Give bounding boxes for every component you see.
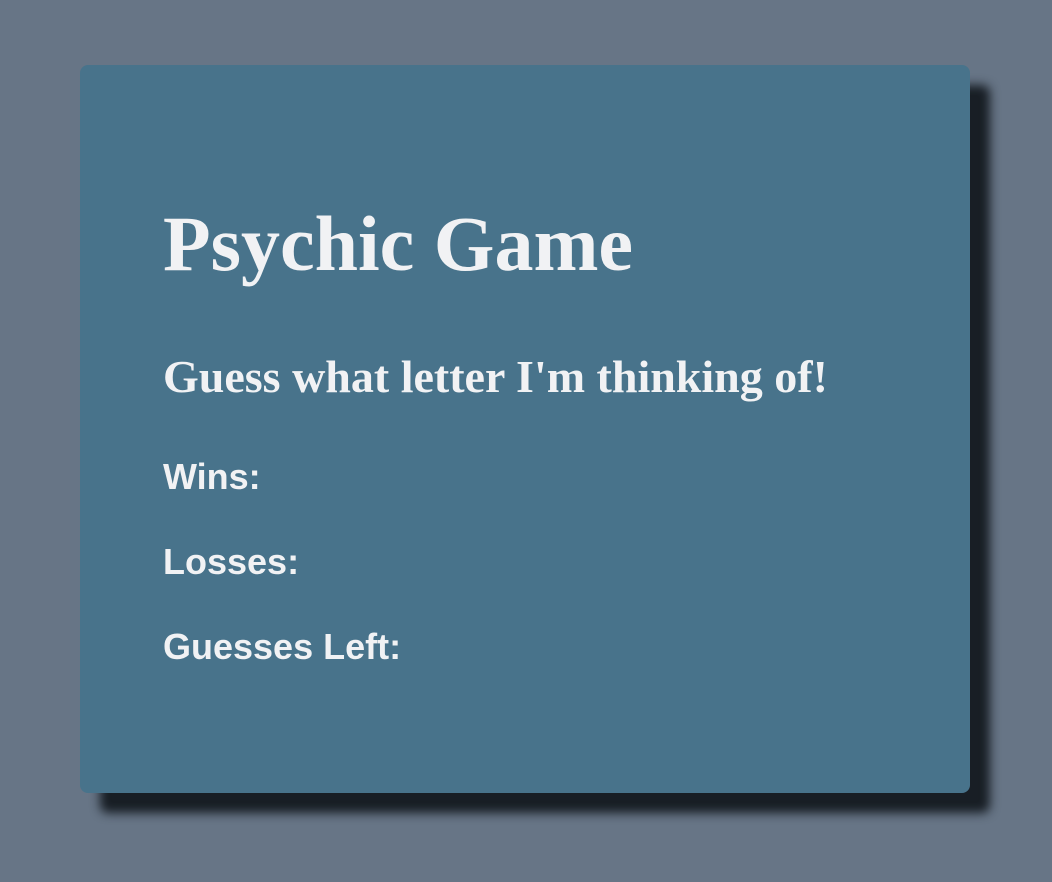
- wins-label: Wins:: [163, 456, 261, 497]
- game-subtitle: Guess what letter I'm thinking of!: [163, 351, 828, 402]
- game-title: Psychic Game: [163, 200, 634, 287]
- guesses-left-stat: Guesses Left:: [163, 629, 409, 665]
- guesses-left-label: Guesses Left:: [163, 626, 402, 667]
- losses-stat: Losses:: [163, 544, 307, 580]
- game-card: Psychic Game Guess what letter I'm think…: [80, 65, 970, 793]
- losses-label: Losses:: [163, 541, 300, 582]
- wins-stat: Wins:: [163, 459, 269, 495]
